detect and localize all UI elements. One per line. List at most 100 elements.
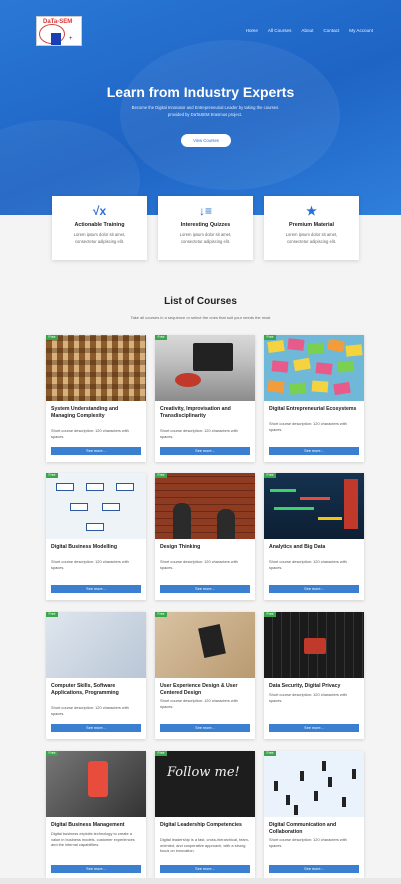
courses-title: List of Courses [164, 296, 237, 307]
free-badge: Free [46, 335, 58, 340]
course-image-sticky-notes[interactable] [264, 335, 364, 401]
course-title[interactable]: Design Thinking [160, 544, 250, 551]
course-card[interactable]: Free Digital Communication and Collabora… [264, 751, 364, 878]
see-more-button[interactable]: See more... [269, 447, 359, 455]
course-image-laptop[interactable] [46, 612, 146, 678]
course-desc: Short course description: 120 characters… [160, 428, 238, 439]
nav-all-courses[interactable]: All Courses [268, 28, 292, 33]
feature-desc: Lorem ipsum dolor sit amet, consectetur … [285, 232, 338, 244]
free-badge: Free [264, 473, 276, 478]
free-badge: Free [264, 612, 276, 617]
course-title[interactable]: Data Security, Digital Privacy [269, 683, 359, 690]
course-image-brick-wall[interactable] [155, 473, 255, 539]
course-title[interactable]: System Understanding and Managing Comple… [51, 406, 141, 419]
page: DaTa-SEM + Home All Courses About Contac… [0, 0, 401, 884]
see-more-button[interactable]: See more... [51, 585, 141, 593]
logo-block [51, 33, 61, 45]
course-desc: Short course description: 120 characters… [269, 559, 347, 570]
free-badge: Free [264, 335, 276, 340]
course-title[interactable]: Digital Business Management [51, 822, 141, 829]
nav-contact[interactable]: Contact [323, 28, 339, 33]
see-more-button[interactable]: See more... [51, 865, 141, 873]
course-image-trading-screens[interactable] [264, 473, 364, 539]
course-desc: Short course description: 120 characters… [160, 559, 238, 570]
feature-card-premium-material: ★ Premium Material Lorem ipsum dolor sit… [264, 196, 359, 260]
course-desc: Short course description: 120 characters… [51, 559, 129, 570]
course-desc: Short course description: 120 characters… [269, 692, 347, 703]
image-caption: Follow me! [167, 765, 240, 780]
site-logo[interactable]: DaTa-SEM + [36, 16, 82, 46]
sqrt-icon: √x [92, 204, 107, 218]
see-more-button[interactable]: See more... [269, 724, 359, 732]
nav-about[interactable]: About [301, 28, 313, 33]
course-card[interactable]: Free User Experience Design & User Cente… [155, 612, 255, 739]
course-title[interactable]: Digital Entrepreneurial Ecosystems [269, 406, 359, 413]
logo-mark: + [69, 36, 73, 42]
course-image-flowchart[interactable] [46, 473, 146, 539]
free-badge: Free [46, 751, 58, 756]
course-card[interactable]: Free Digital Business Modelling Short co… [46, 473, 146, 600]
course-desc: Short course description: 120 characters… [269, 421, 347, 432]
hero-section: DaTa-SEM + Home All Courses About Contac… [0, 0, 401, 215]
see-more-button[interactable]: See more... [269, 585, 359, 593]
course-title[interactable]: User Experience Design & User Centered D… [160, 683, 250, 696]
footer-strip [0, 878, 401, 884]
feature-title: Interesting Quizzes [180, 222, 231, 228]
sort-list-icon: ↓≡ [198, 204, 212, 218]
course-title[interactable]: Creativity, Improvisation and Transdisci… [160, 406, 250, 419]
course-card[interactable]: Follow me! Free Digital Leadership Compe… [155, 751, 255, 878]
free-badge: Free [46, 612, 58, 617]
course-image-keyboard-lock[interactable] [264, 612, 364, 678]
course-card[interactable]: Free Digital Entrepreneurial Ecosystems … [264, 335, 364, 462]
course-card[interactable]: Free Data Security, Digital Privacy Shor… [264, 612, 364, 739]
course-card[interactable]: Free Creativity, Improvisation and Trans… [155, 335, 255, 462]
course-title[interactable]: Computer Skills, Software Applications, … [51, 683, 141, 696]
view-courses-button[interactable]: View Courses [181, 134, 231, 147]
course-desc: Digital business exploits technology to … [51, 831, 135, 847]
feature-title: Actionable Training [74, 222, 125, 228]
feature-card-interesting-quizzes: ↓≡ Interesting Quizzes Lorem ipsum dolor… [158, 196, 253, 260]
course-image-phone[interactable] [155, 612, 255, 678]
course-title[interactable]: Digital Business Modelling [51, 544, 141, 551]
hero-subtitle: Become the Digital Innovator and Entrepr… [131, 105, 279, 117]
free-badge: Free [155, 473, 167, 478]
course-title[interactable]: Digital Communication and Collaboration [269, 822, 359, 835]
course-card[interactable]: Free System Understanding and Managing C… [46, 335, 146, 462]
courses-subtitle: Take all courses in a sequence or select… [130, 315, 271, 320]
see-more-button[interactable]: See more... [51, 724, 141, 732]
course-card[interactable]: Free Digital Business Management Digital… [46, 751, 146, 878]
see-more-button[interactable]: See more... [160, 447, 250, 455]
nav-my-account[interactable]: My Account [349, 28, 373, 33]
free-badge: Free [155, 335, 167, 340]
see-more-button[interactable]: See more... [160, 585, 250, 593]
course-card[interactable]: Free Computer Skills, Software Applicati… [46, 612, 146, 739]
course-image-smartphone[interactable] [46, 751, 146, 817]
feature-card-actionable-training: √x Actionable Training Lorem ipsum dolor… [52, 196, 147, 260]
course-desc: Short course description: 120 characters… [51, 705, 129, 716]
course-card[interactable]: Free Analytics and Big Data Short course… [264, 473, 364, 600]
course-image-network-people[interactable] [264, 751, 364, 817]
star-icon: ★ [306, 204, 317, 218]
course-image-desk[interactable] [155, 335, 255, 401]
course-desc: Short course description: 120 characters… [269, 837, 347, 848]
feature-title: Premium Material [289, 222, 334, 228]
free-badge: Free [155, 751, 167, 756]
course-title[interactable]: Digital Leadership Competencies [160, 822, 250, 829]
course-title[interactable]: Analytics and Big Data [269, 544, 359, 551]
feature-desc: Lorem ipsum dolor sit amet, consectetur … [73, 232, 126, 244]
nav-home[interactable]: Home [246, 28, 258, 33]
see-more-button[interactable]: See more... [160, 724, 250, 732]
course-desc: Short course description: 120 characters… [160, 698, 238, 709]
course-image-maze[interactable] [46, 335, 146, 401]
see-more-button[interactable]: See more... [160, 865, 250, 873]
feature-desc: Lorem ipsum dolor sit amet, consectetur … [179, 232, 232, 244]
course-card[interactable]: Free Design Thinking Short course descri… [155, 473, 255, 600]
see-more-button[interactable]: See more... [269, 865, 359, 873]
free-badge: Free [155, 612, 167, 617]
see-more-button[interactable]: See more... [51, 447, 141, 455]
course-image-follow-me[interactable]: Follow me! [155, 751, 255, 817]
free-badge: Free [264, 751, 276, 756]
main-nav: Home All Courses About Contact My Accoun… [246, 28, 373, 33]
course-desc: Digital leadership is a fast, cross-hier… [160, 837, 250, 853]
hero-title: Learn from Industry Experts [106, 84, 295, 100]
